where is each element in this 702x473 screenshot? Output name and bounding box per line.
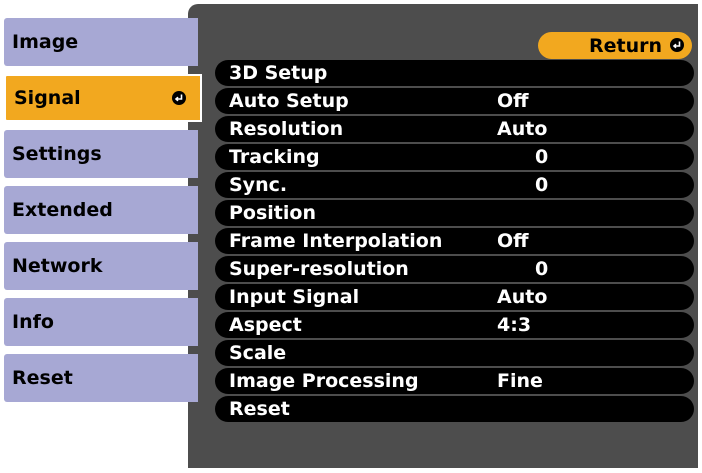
row-label: Frame Interpolation bbox=[229, 230, 443, 252]
row-label: 3D Setup bbox=[229, 62, 328, 84]
row-label: Scale bbox=[229, 342, 287, 364]
return-label: Return bbox=[588, 34, 662, 57]
tab-image[interactable]: Image bbox=[4, 18, 198, 66]
tab-label: Info bbox=[12, 311, 54, 333]
menu-row-aspect[interactable]: Aspect 4:3 bbox=[215, 312, 694, 338]
tab-reset[interactable]: Reset bbox=[4, 354, 198, 402]
menu-row-sync[interactable]: Sync. 0 bbox=[215, 172, 694, 198]
enter-icon bbox=[670, 38, 684, 52]
menu-row-3d-setup[interactable]: 3D Setup bbox=[215, 60, 694, 86]
menu-row-super-resolution[interactable]: Super-resolution 0 bbox=[215, 256, 694, 282]
row-value: Auto bbox=[497, 286, 548, 308]
row-label: Image Processing bbox=[229, 370, 419, 392]
row-value: 4:3 bbox=[497, 314, 532, 336]
tab-settings[interactable]: Settings bbox=[4, 130, 198, 178]
menu-row-position[interactable]: Position bbox=[215, 200, 694, 226]
row-value: Auto bbox=[497, 118, 548, 140]
enter-icon bbox=[172, 91, 186, 105]
menu-row-reset[interactable]: Reset bbox=[215, 396, 694, 422]
tab-label: Image bbox=[12, 31, 79, 53]
row-value: 0 bbox=[535, 174, 549, 196]
tab-label: Signal bbox=[14, 87, 81, 109]
row-label: Aspect bbox=[229, 314, 302, 336]
row-label: Tracking bbox=[229, 146, 320, 168]
tab-label: Extended bbox=[12, 199, 113, 221]
row-label: Resolution bbox=[229, 118, 344, 140]
menu-row-scale[interactable]: Scale bbox=[215, 340, 694, 366]
tab-extended[interactable]: Extended bbox=[4, 186, 198, 234]
row-label: Reset bbox=[229, 398, 290, 420]
return-button[interactable]: Return bbox=[538, 32, 692, 59]
menu-row-image-processing[interactable]: Image Processing Fine bbox=[215, 368, 694, 394]
row-value: Off bbox=[497, 230, 529, 252]
menu-row-auto-setup[interactable]: Auto Setup Off bbox=[215, 88, 694, 114]
row-label: Super-resolution bbox=[229, 258, 409, 280]
tab-label: Settings bbox=[12, 143, 102, 165]
row-value: 0 bbox=[535, 258, 549, 280]
tab-signal[interactable]: Signal bbox=[4, 74, 202, 122]
row-label: Input Signal bbox=[229, 286, 360, 308]
menu-row-input-signal[interactable]: Input Signal Auto bbox=[215, 284, 694, 310]
row-label: Position bbox=[229, 202, 316, 224]
row-label: Auto Setup bbox=[229, 90, 349, 112]
menu-row-resolution[interactable]: Resolution Auto bbox=[215, 116, 694, 142]
tab-info[interactable]: Info bbox=[4, 298, 198, 346]
tab-network[interactable]: Network bbox=[4, 242, 198, 290]
row-value: 0 bbox=[535, 146, 549, 168]
tab-label: Reset bbox=[12, 367, 73, 389]
row-label: Sync. bbox=[229, 174, 288, 196]
tab-label: Network bbox=[12, 255, 103, 277]
row-value: Fine bbox=[497, 370, 543, 392]
menu-row-tracking[interactable]: Tracking 0 bbox=[215, 144, 694, 170]
row-value: Off bbox=[497, 90, 529, 112]
menu-row-frame-interpolation[interactable]: Frame Interpolation Off bbox=[215, 228, 694, 254]
